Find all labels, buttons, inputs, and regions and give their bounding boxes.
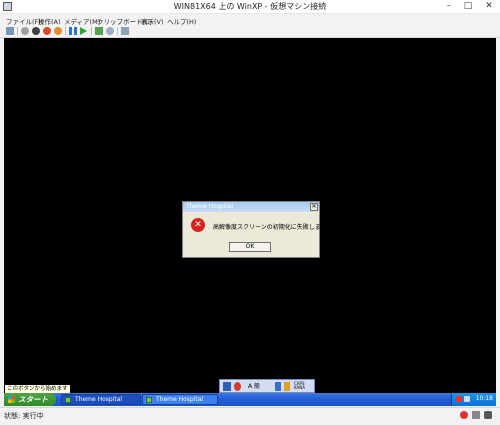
maximize-button[interactable]: □ <box>459 0 477 13</box>
status-text: 状態: 実行中 <box>4 412 44 420</box>
windows-logo-icon <box>8 396 15 403</box>
tray-network-icon[interactable] <box>464 396 470 402</box>
toolbar-separator <box>17 27 18 35</box>
dictionary-icon[interactable] <box>275 382 281 391</box>
app-icon <box>65 397 71 403</box>
language-bar[interactable]: A 般 CAPS KANA <box>219 379 315 393</box>
pause-icon[interactable] <box>69 27 77 35</box>
help-icon[interactable] <box>284 382 290 391</box>
start-label: スタート <box>18 395 48 404</box>
toolbar <box>0 25 500 38</box>
lock-icon <box>472 411 480 419</box>
error-dialog: Theme Hospital ✕ ✕ 高解像度スクリーンの初期化に失敗しました … <box>182 201 333 258</box>
taskbar-button-label: Theme Hospital <box>156 396 204 403</box>
dialog-title: Theme Hospital <box>186 203 234 210</box>
system-tray: 10:18 <box>451 393 496 406</box>
resume-icon[interactable] <box>80 27 87 35</box>
enhanced-session-icon[interactable] <box>121 27 129 35</box>
minimize-button[interactable]: – <box>440 0 458 13</box>
start-icon[interactable] <box>21 27 29 35</box>
caps-kana-indicator: CAPS KANA <box>294 381 306 390</box>
toolbar-separator <box>117 27 118 35</box>
input-mode-icon[interactable] <box>234 382 241 391</box>
vm-display[interactable]: Theme Hospital ✕ ✕ 高解像度スクリーンの初期化に失敗しました … <box>4 38 496 406</box>
status-alert-icon <box>460 411 468 419</box>
taskbar-button-label: Theme Hospital <box>75 396 123 403</box>
menu-bar: ファイル(F) 操作(A) メディア(M) クリップボード(C) 表示(V) ヘ… <box>0 14 500 26</box>
taskbar-button-theme-hospital-1[interactable]: Theme Hospital <box>61 394 141 405</box>
status-bar: 状態: 実行中 <box>0 407 500 425</box>
app-icon <box>146 397 152 403</box>
tray-alert-icon[interactable] <box>456 396 462 402</box>
toolbar-separator <box>65 27 66 35</box>
dialog-close-button[interactable]: ✕ <box>310 203 318 211</box>
error-icon: ✕ <box>191 218 205 232</box>
turn-off-icon[interactable] <box>32 27 40 35</box>
dialog-title-bar[interactable]: Theme Hospital ✕ <box>183 202 319 212</box>
taskbar-clock[interactable]: 10:18 <box>476 395 493 402</box>
keyboard-icon <box>484 411 492 419</box>
start-button[interactable]: スタート <box>4 393 56 406</box>
ok-button[interactable]: OK <box>229 242 271 252</box>
ime-icon[interactable] <box>223 382 231 391</box>
dialog-message: 高解像度スクリーンの初期化に失敗しました <box>213 224 333 231</box>
revert-icon[interactable] <box>106 27 114 35</box>
ctrl-alt-del-icon[interactable] <box>6 27 14 35</box>
checkpoint-icon[interactable] <box>95 27 103 35</box>
taskbar: スタート Theme Hospital Theme Hospital 10:18 <box>4 393 496 406</box>
title-bar: WIN81X64 上の WinXP - 仮想マシン接続 – □ ✕ <box>0 0 500 14</box>
taskbar-button-theme-hospital-2[interactable]: Theme Hospital <box>142 394 218 405</box>
shutdown-icon[interactable] <box>43 27 51 35</box>
input-mode-label[interactable]: A 般 <box>248 382 260 391</box>
close-button[interactable]: ✕ <box>478 0 500 13</box>
toolbar-separator <box>91 27 92 35</box>
save-state-icon[interactable] <box>54 27 62 35</box>
window-title: WIN81X64 上の WinXP - 仮想マシン接続 <box>173 2 327 11</box>
